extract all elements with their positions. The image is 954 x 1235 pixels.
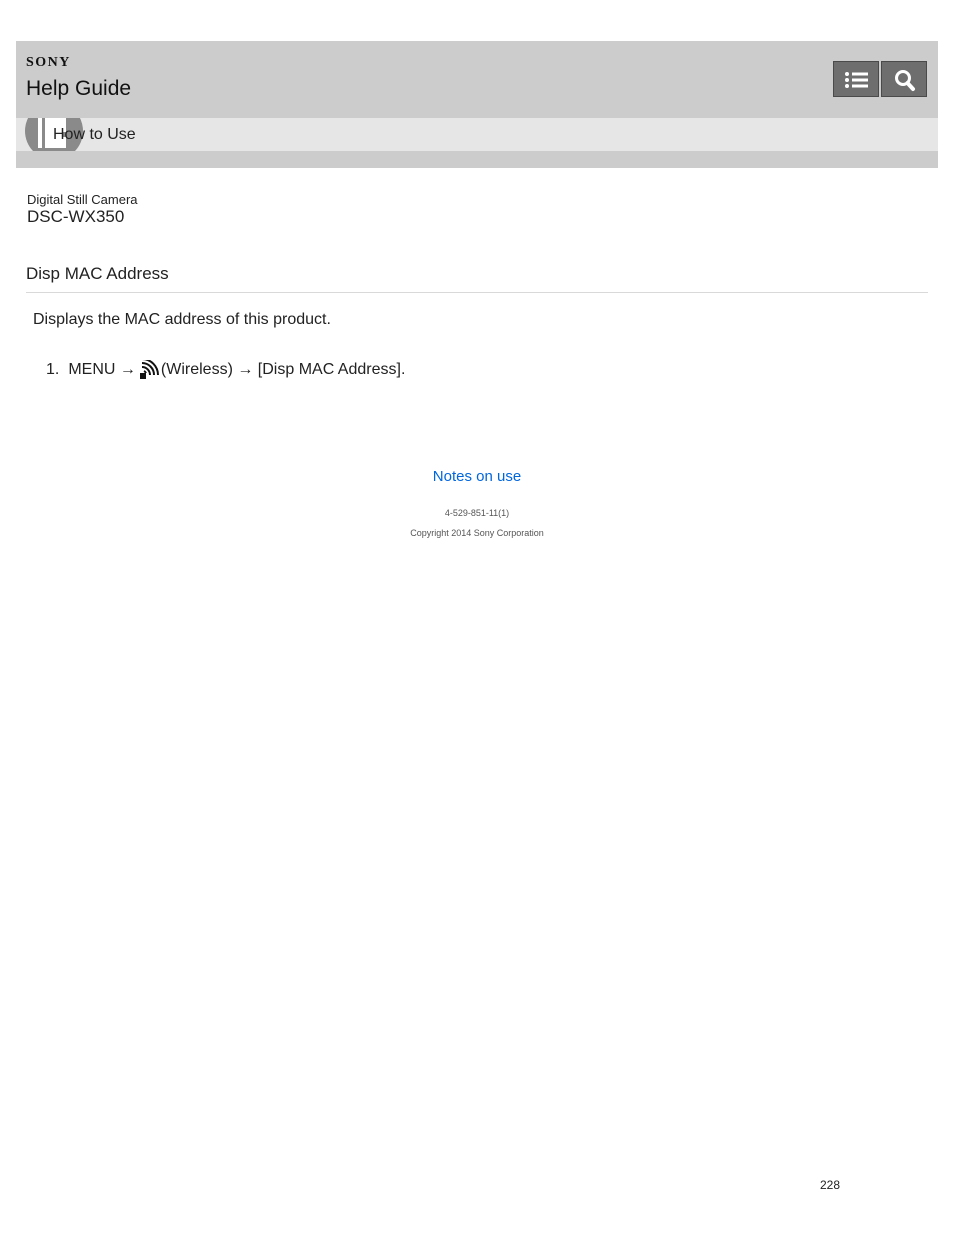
product-category: Digital Still Camera [27, 192, 138, 207]
notes-on-use-link[interactable]: Notes on use [0, 468, 954, 485]
page-number: 228 [820, 1178, 841, 1192]
wireless-icon [139, 358, 159, 380]
toc-button[interactable] [833, 61, 879, 97]
brand-logo: SONY [26, 55, 71, 70]
list-icon [845, 72, 868, 88]
copyright-text: Copyright 2014 Sony Corporation [410, 528, 544, 538]
header-bar: SONY Help Guide How to Use [16, 41, 938, 168]
step-number: 1. [46, 361, 60, 378]
page-title: Disp MAC Address [26, 264, 169, 283]
step-text-prefix: MENU → [68, 361, 136, 378]
product-model: DSC-WX350 [27, 207, 125, 226]
breadcrumb: How to Use [16, 118, 938, 151]
guide-title: Help Guide [26, 77, 132, 100]
search-button[interactable] [881, 61, 927, 97]
document-number: 4-529-851-11(1) [444, 508, 510, 518]
breadcrumb-label[interactable]: How to Use [53, 126, 136, 144]
page-description: Displays the MAC address of this product… [33, 311, 331, 328]
heading-divider [26, 292, 928, 293]
search-icon [895, 70, 915, 91]
step-item: 1. MENU → (Wireless) → [Disp MAC Address… [46, 358, 406, 380]
step-text-suffix: (Wireless) → [Disp MAC Address]. [160, 361, 406, 378]
